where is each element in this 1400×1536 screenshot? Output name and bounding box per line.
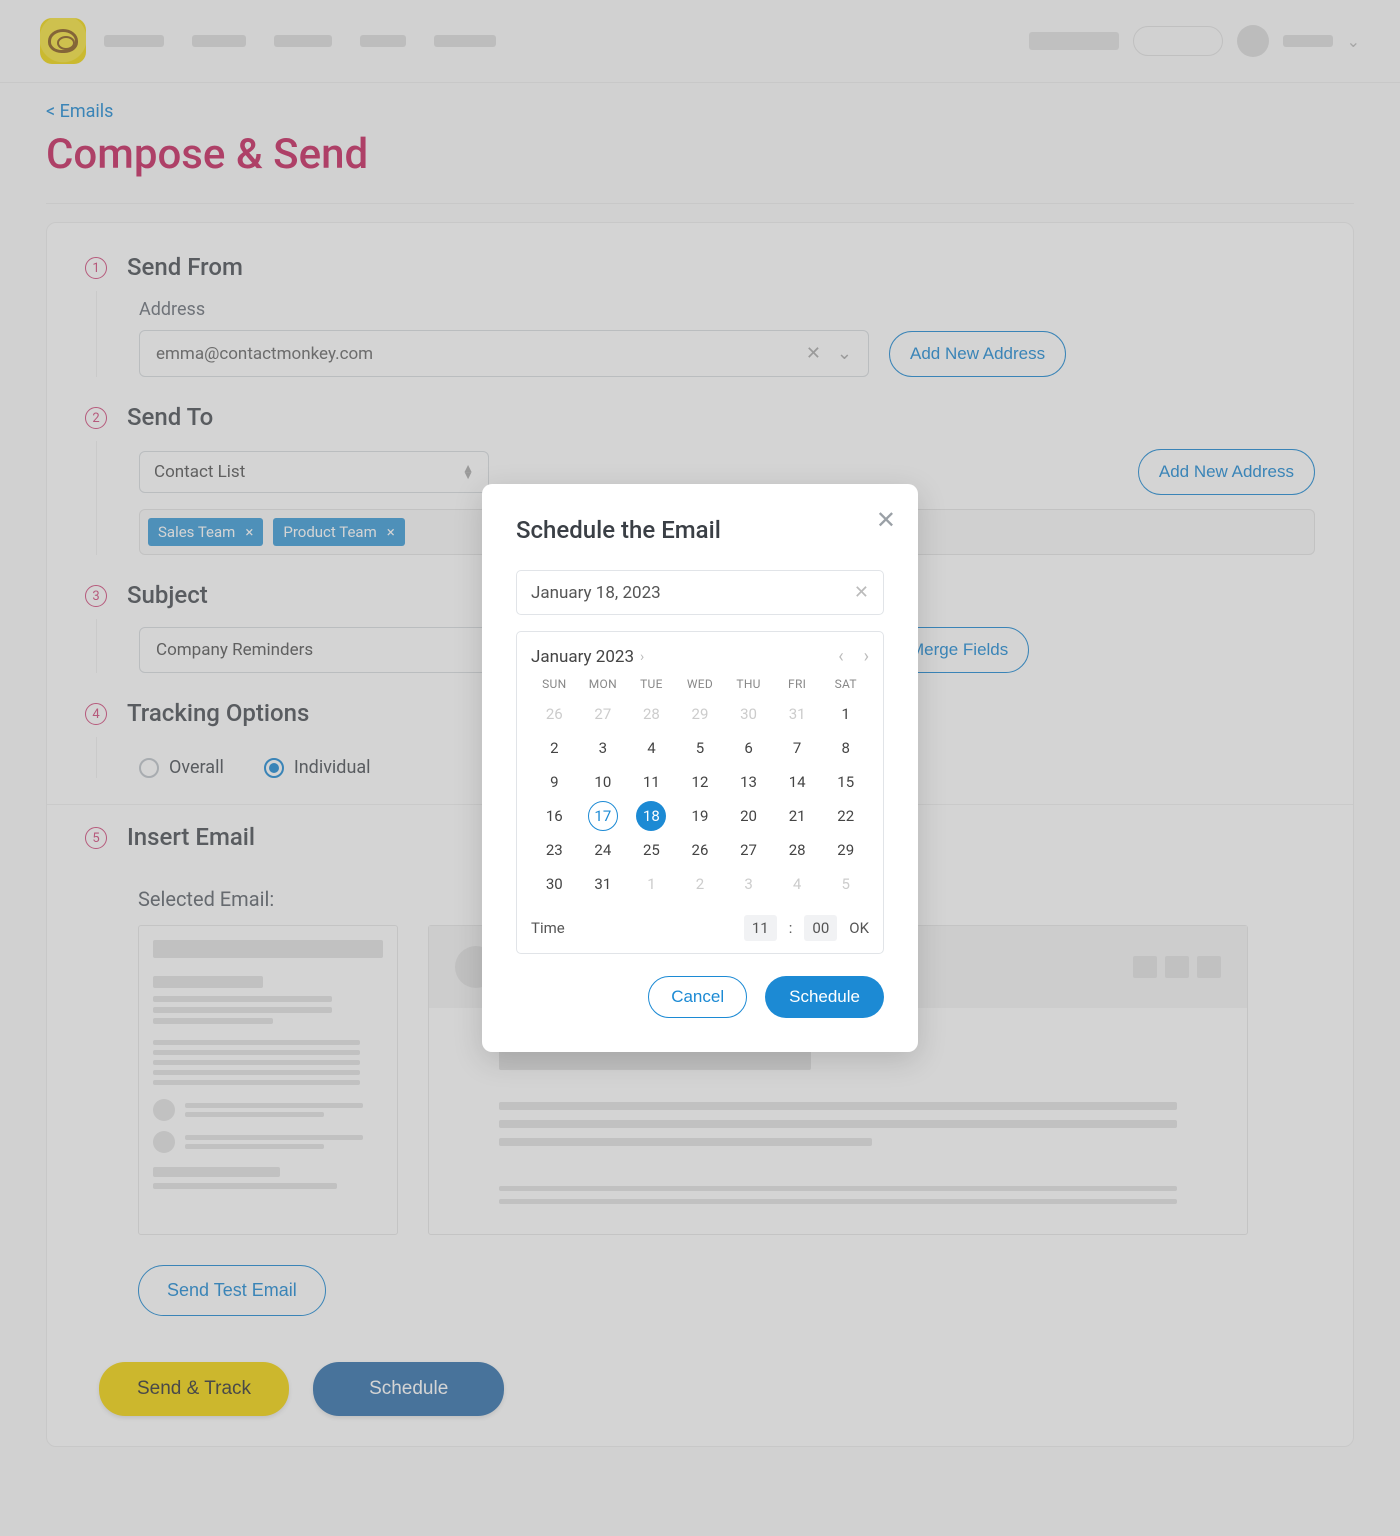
next-month-icon[interactable]: ›: [864, 646, 869, 667]
date-value: January 18, 2023: [531, 583, 661, 603]
calendar-day[interactable]: 18: [636, 801, 666, 831]
calendar-day[interactable]: 5: [685, 733, 715, 763]
time-hour-input[interactable]: 11: [744, 915, 777, 941]
calendar-day[interactable]: 28: [782, 835, 812, 865]
prev-month-icon[interactable]: ‹: [838, 646, 843, 667]
calendar-day[interactable]: 11: [636, 767, 666, 797]
calendar-day[interactable]: 9: [539, 767, 569, 797]
calendar-day[interactable]: 12: [685, 767, 715, 797]
calendar-day[interactable]: 23: [539, 835, 569, 865]
close-icon[interactable]: ✕: [876, 506, 896, 535]
calendar-day[interactable]: 22: [831, 801, 861, 831]
calendar-day[interactable]: 14: [782, 767, 812, 797]
calendar-day[interactable]: 1: [636, 869, 666, 899]
calendar-day[interactable]: 28: [636, 699, 666, 729]
calendar-day[interactable]: 5: [831, 869, 861, 899]
calendar-day[interactable]: 6: [734, 733, 764, 763]
calendar-day[interactable]: 30: [734, 699, 764, 729]
calendar-day[interactable]: 20: [734, 801, 764, 831]
calendar-day[interactable]: 2: [685, 869, 715, 899]
calendar-day[interactable]: 31: [782, 699, 812, 729]
calendar-day[interactable]: 17: [588, 801, 618, 831]
calendar-day[interactable]: 3: [588, 733, 618, 763]
schedule-modal: ✕ Schedule the Email January 18, 2023 ✕ …: [482, 484, 918, 1052]
calendar-day[interactable]: 19: [685, 801, 715, 831]
calendar: January 2023› ‹ › SUNMONTUEWEDTHUFRISAT …: [516, 631, 884, 954]
calendar-day[interactable]: 26: [539, 699, 569, 729]
calendar-day[interactable]: 29: [685, 699, 715, 729]
calendar-day[interactable]: 10: [588, 767, 618, 797]
modal-overlay: ✕ Schedule the Email January 18, 2023 ✕ …: [0, 0, 1400, 1536]
time-label: Time: [531, 919, 565, 937]
calendar-day[interactable]: 26: [685, 835, 715, 865]
calendar-day[interactable]: 3: [734, 869, 764, 899]
calendar-day[interactable]: 21: [782, 801, 812, 831]
calendar-day[interactable]: 1: [831, 699, 861, 729]
time-minute-input[interactable]: 00: [804, 915, 837, 941]
schedule-confirm-button[interactable]: Schedule: [765, 976, 884, 1018]
calendar-day[interactable]: 13: [734, 767, 764, 797]
calendar-day[interactable]: 15: [831, 767, 861, 797]
calendar-day[interactable]: 7: [782, 733, 812, 763]
date-input[interactable]: January 18, 2023 ✕: [516, 570, 884, 615]
calendar-day[interactable]: 8: [831, 733, 861, 763]
calendar-day[interactable]: 4: [636, 733, 666, 763]
calendar-day[interactable]: 24: [588, 835, 618, 865]
calendar-month-label[interactable]: January 2023›: [531, 647, 644, 667]
time-ok-button[interactable]: OK: [849, 919, 869, 937]
modal-title: Schedule the Email: [516, 516, 884, 544]
cancel-button[interactable]: Cancel: [648, 976, 747, 1018]
calendar-day[interactable]: 30: [539, 869, 569, 899]
calendar-day[interactable]: 27: [588, 699, 618, 729]
calendar-day[interactable]: 2: [539, 733, 569, 763]
calendar-day[interactable]: 16: [539, 801, 569, 831]
clear-date-icon[interactable]: ✕: [854, 582, 869, 603]
calendar-day[interactable]: 27: [734, 835, 764, 865]
calendar-day[interactable]: 31: [588, 869, 618, 899]
calendar-day[interactable]: 4: [782, 869, 812, 899]
calendar-day[interactable]: 29: [831, 835, 861, 865]
calendar-day[interactable]: 25: [636, 835, 666, 865]
